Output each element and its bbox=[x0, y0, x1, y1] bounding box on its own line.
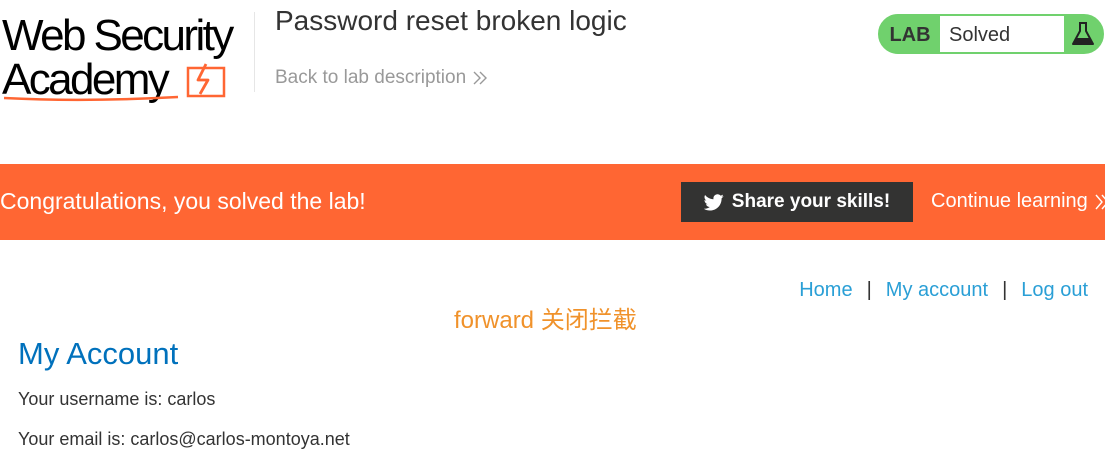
share-your-skills-button[interactable]: Share your skills! bbox=[681, 182, 913, 222]
email-line: Your email is: carlos@carlos-montoya.net bbox=[18, 429, 350, 449]
nav-separator: | bbox=[1002, 279, 1008, 301]
lightning-bolt-icon bbox=[3, 63, 226, 102]
username-line: Your username is: carlos bbox=[18, 389, 216, 409]
congratulations-banner: Congratulations, you solved the lab! Sha… bbox=[0, 164, 1105, 240]
header-divider bbox=[254, 12, 255, 92]
share-button-label: Share your skills! bbox=[731, 191, 891, 212]
double-chevron-right-icon bbox=[1095, 194, 1105, 209]
back-link-label: Back to lab description bbox=[275, 67, 467, 88]
nav-log-out-link[interactable]: Log out bbox=[1021, 279, 1088, 301]
continue-link-label: Continue learning bbox=[931, 190, 1088, 212]
flask-icon bbox=[1072, 22, 1094, 45]
lab-status-widget: LAB Solved bbox=[878, 14, 1104, 54]
page-title: My Account bbox=[18, 336, 179, 371]
continue-learning-link[interactable]: Continue learning bbox=[931, 190, 1105, 213]
twitter-icon bbox=[703, 193, 724, 210]
banner-message: Congratulations, you solved the lab! bbox=[0, 188, 366, 214]
nav-separator: | bbox=[866, 279, 872, 301]
web-security-academy-logo[interactable]: Web Security Academy bbox=[2, 8, 254, 104]
status-value: Solved bbox=[940, 16, 1064, 52]
double-chevron-right-icon bbox=[473, 71, 488, 85]
lab-title: Password reset broken logic bbox=[275, 5, 627, 36]
nav-my-account-link[interactable]: My account bbox=[886, 279, 988, 301]
status-lab-label: LAB bbox=[889, 24, 931, 46]
nav-home-link[interactable]: Home bbox=[799, 279, 852, 301]
back-to-lab-description-link[interactable]: Back to lab description bbox=[275, 67, 488, 89]
forward-overlay-text: forward 关闭拦截 bbox=[454, 307, 637, 334]
top-nav: Home | My account | Log out bbox=[799, 279, 1088, 302]
